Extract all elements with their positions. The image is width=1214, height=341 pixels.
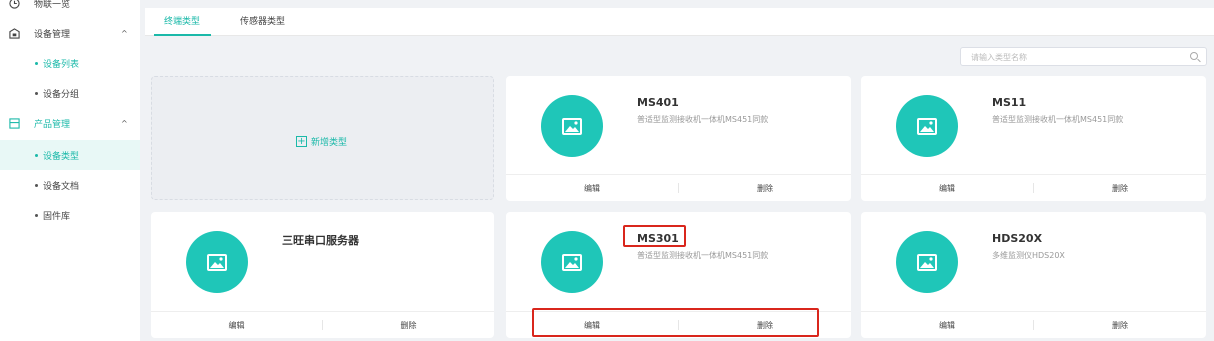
clock-icon — [8, 0, 20, 9]
bullet-icon — [35, 61, 38, 65]
add-type-label: 新增类型 — [311, 138, 348, 148]
card-actions: 编辑 删除 — [861, 311, 1206, 338]
card-description: 普适型监测接收机一体机MS451同款 — [637, 251, 769, 260]
image-icon — [896, 231, 958, 293]
type-card-ms401: MS401 普适型监测接收机一体机MS451同款 编辑 删除 — [506, 76, 851, 201]
add-type-card[interactable]: + 新增类型 — [151, 76, 494, 200]
sidebar-item-firmware[interactable]: 固件库 — [0, 200, 140, 230]
sidebar-item-overview[interactable]: 物联一览 — [0, 0, 140, 18]
image-icon — [541, 95, 603, 157]
bullet-icon — [35, 153, 38, 157]
edit-button[interactable]: 编辑 — [861, 320, 1033, 331]
type-tabs: 终端类型 传感器类型 — [145, 8, 1214, 36]
highlight-box-actions — [532, 308, 819, 337]
card-description: 多维监测仪HDS20X — [992, 251, 1065, 260]
sidebar-item-device-type[interactable]: 设备类型 — [0, 140, 140, 170]
sidebar: 物联一览 设备管理 ^ 设备列表 设备分组 产品管理 ^ 设备类型 设备文档 固… — [0, 0, 140, 341]
type-card-hds20x: HDS20X 多维监测仪HDS20X 编辑 删除 — [861, 212, 1206, 338]
card-actions: 编辑 删除 — [506, 174, 851, 201]
highlight-box-title — [623, 225, 686, 247]
card-title: 三旺串口服务器 — [282, 234, 359, 247]
card-actions: 编辑 删除 — [151, 311, 494, 338]
sidebar-item-device-list[interactable]: 设备列表 — [0, 48, 140, 78]
delete-button[interactable]: 删除 — [679, 183, 851, 194]
sidebar-item-label: 设备类型 — [43, 151, 80, 162]
sidebar-item-label: 设备分组 — [43, 89, 80, 100]
sidebar-item-label: 产品管理 — [34, 119, 71, 130]
tab-terminal-type[interactable]: 终端类型 — [153, 8, 212, 36]
chevron-up-icon: ^ — [121, 28, 128, 38]
search-icon[interactable] — [1190, 52, 1198, 60]
product-icon — [8, 117, 20, 129]
card-title: MS401 — [637, 96, 679, 109]
image-icon — [896, 95, 958, 157]
add-type-button[interactable]: + 新增类型 — [296, 135, 347, 148]
image-icon — [541, 231, 603, 293]
chevron-up-icon: ^ — [121, 118, 128, 128]
card-title: HDS20X — [992, 232, 1043, 245]
edit-button[interactable]: 编辑 — [861, 183, 1033, 194]
device-icon — [8, 27, 20, 39]
card-description: 普适型监测接收机一体机MS451同款 — [637, 115, 769, 124]
bullet-icon — [35, 213, 38, 217]
card-description: 普适型监测接收机一体机MS451同款 — [992, 115, 1124, 124]
card-title: MS11 — [992, 96, 1027, 109]
sidebar-item-label: 设备文档 — [43, 181, 80, 192]
delete-button[interactable]: 删除 — [1034, 320, 1206, 331]
tab-sensor-type[interactable]: 传感器类型 — [240, 8, 285, 36]
sidebar-item-label: 物联一览 — [34, 0, 71, 10]
sidebar-item-device-docs[interactable]: 设备文档 — [0, 170, 140, 200]
sidebar-item-label: 设备管理 — [34, 29, 71, 40]
sidebar-item-device-group[interactable]: 设备分组 — [0, 78, 140, 108]
plus-icon: + — [296, 135, 307, 147]
type-card-sanwang-serial-server: 三旺串口服务器 编辑 删除 — [151, 212, 494, 338]
sidebar-item-device-management[interactable]: 设备管理 ^ — [0, 18, 140, 48]
sidebar-item-label: 固件库 — [43, 211, 71, 222]
bullet-icon — [35, 91, 38, 95]
type-card-ms11: MS11 普适型监测接收机一体机MS451同款 编辑 删除 — [861, 76, 1206, 201]
delete-button[interactable]: 删除 — [1034, 183, 1206, 194]
image-icon — [186, 231, 248, 293]
edit-button[interactable]: 编辑 — [506, 183, 678, 194]
edit-button[interactable]: 编辑 — [151, 320, 322, 331]
card-actions: 编辑 删除 — [861, 174, 1206, 201]
delete-button[interactable]: 删除 — [323, 320, 494, 331]
sidebar-item-product-management[interactable]: 产品管理 ^ — [0, 108, 140, 138]
sidebar-item-label: 设备列表 — [43, 59, 80, 70]
bullet-icon — [35, 183, 38, 187]
search-input[interactable]: 请输入类型名称 — [960, 47, 1207, 66]
search-placeholder: 请输入类型名称 — [971, 53, 1027, 62]
